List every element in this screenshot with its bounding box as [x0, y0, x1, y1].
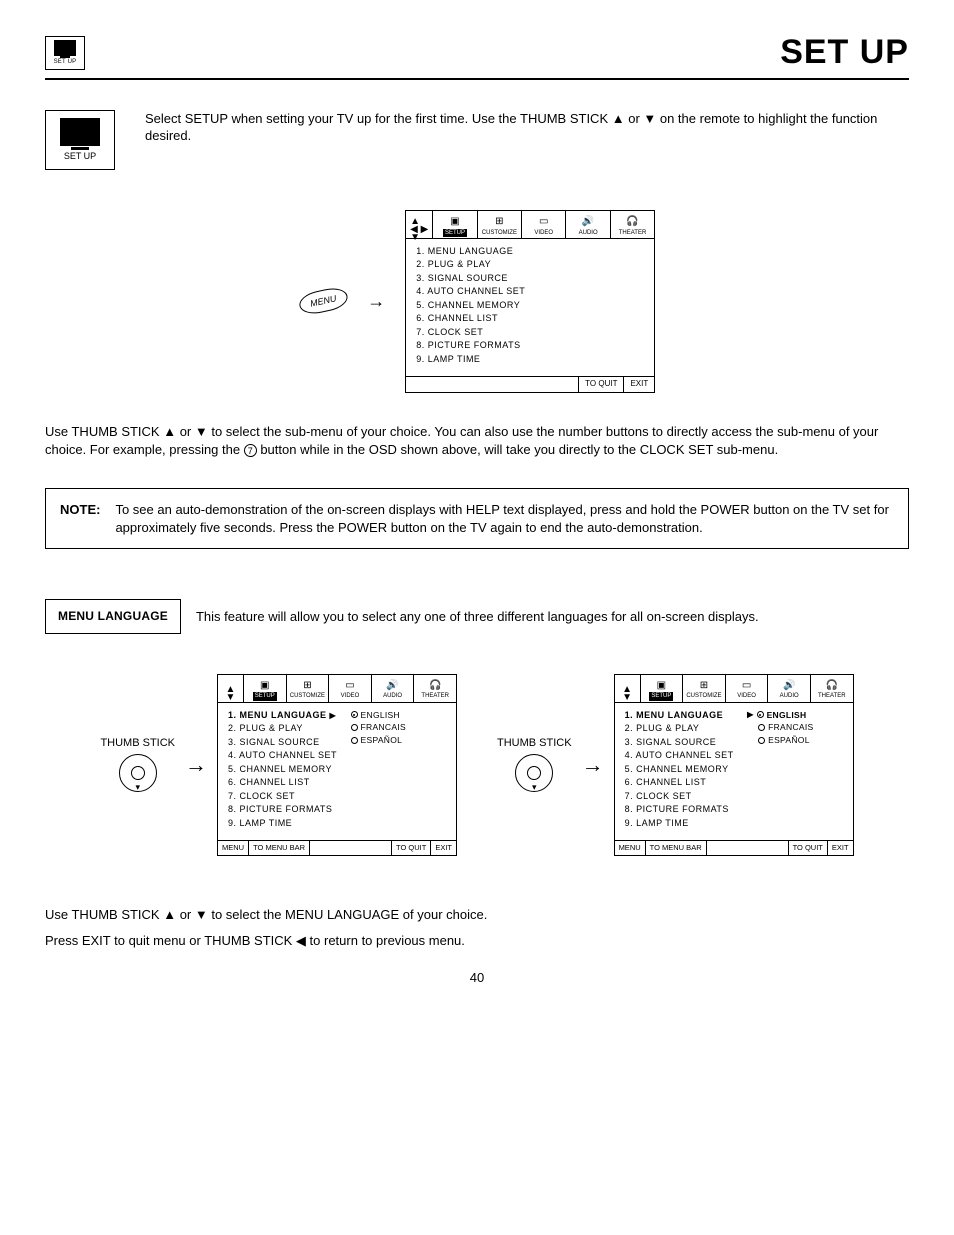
paragraph-submenu: Use THUMB STICK ▲ or ▼ to select the sub…: [45, 423, 909, 458]
arrow-icon: →: [185, 750, 207, 780]
osd-item: 7. CLOCK SET: [416, 326, 644, 340]
thumb-stick-label: THUMB STICK: [100, 737, 175, 750]
page-header: SET UP SET UP: [45, 30, 909, 80]
osd-left: ▲▼ ▣SETUP ⊞CUSTOMIZE ▭VIDEO 🔊AUDIO 🎧THEA…: [217, 674, 457, 857]
tab-customize: CUSTOMIZE: [482, 229, 517, 237]
menu-button-graphic: MENU: [297, 286, 349, 318]
diagram-right: THUMB STICK → ▲▼ ▣SETUP ⊞CUSTOMIZE ▭VIDE…: [497, 674, 854, 857]
intro-text: Select SETUP when setting your TV up for…: [145, 110, 909, 145]
thumb-stick-icon: [515, 754, 553, 792]
note-label: NOTE:: [60, 501, 100, 536]
menu-language-header: MENU LANGUAGE This feature will allow yo…: [45, 599, 909, 633]
tab-audio: AUDIO: [579, 229, 598, 237]
main-osd-diagram: MENU → ▲◀ ▶▼ ▣SETUP ⊞CUSTOMIZE ▭VIDEO 🔊A…: [45, 210, 909, 393]
osd-item: 8. PICTURE FORMATS: [416, 339, 644, 353]
osd-item: 6. CHANNEL LIST: [416, 312, 644, 326]
tab-setup: SETUP: [443, 229, 467, 237]
page-title: SET UP: [780, 30, 909, 76]
radio-icon: [351, 737, 358, 744]
menu-language-desc: This feature will allow you to select an…: [196, 608, 759, 626]
intro-row: SET UP Select SETUP when setting your TV…: [45, 110, 909, 170]
osd-tabs: ▲◀ ▶▼ ▣SETUP ⊞CUSTOMIZE ▭VIDEO 🔊AUDIO 🎧T…: [406, 211, 654, 239]
circled-seven-icon: 7: [244, 444, 257, 457]
instruction-1: Use THUMB STICK ▲ or ▼ to select the MEN…: [45, 906, 909, 924]
thumb-stick-label: THUMB STICK: [497, 737, 572, 750]
osd-item: 5. CHANNEL MEMORY: [416, 299, 644, 313]
osd-main: ▲◀ ▶▼ ▣SETUP ⊞CUSTOMIZE ▭VIDEO 🔊AUDIO 🎧T…: [405, 210, 655, 393]
setup-icon-large-label: SET UP: [64, 150, 96, 162]
arrow-icon: →: [582, 750, 604, 780]
note-box: NOTE: To see an auto-demonstration of th…: [45, 488, 909, 549]
setup-icon-label: SET UP: [54, 58, 77, 66]
menu-language-label: MENU LANGUAGE: [45, 599, 181, 633]
setup-icon-large: SET UP: [45, 110, 115, 170]
osd-item: 9. LAMP TIME: [416, 353, 644, 367]
radio-selected-icon: [757, 711, 764, 718]
osd-item: 3. SIGNAL SOURCE: [416, 272, 644, 286]
page-number: 40: [45, 969, 909, 987]
osd-footer: TO QUIT EXIT: [406, 376, 654, 392]
thumb-stick-icon: [119, 754, 157, 792]
radio-icon: [758, 724, 765, 731]
diagram-row: THUMB STICK → ▲▼ ▣SETUP ⊞CUSTOMIZE ▭VIDE…: [45, 674, 909, 857]
radio-icon: [758, 737, 765, 744]
arrow-icon: →: [367, 289, 385, 313]
tab-theater: THEATER: [619, 229, 647, 237]
footer-quit: TO QUIT: [578, 377, 623, 392]
osd-item: 2. PLUG & PLAY: [416, 258, 644, 272]
osd-item: 4. AUTO CHANNEL SET: [416, 285, 644, 299]
diagram-left: THUMB STICK → ▲▼ ▣SETUP ⊞CUSTOMIZE ▭VIDE…: [100, 674, 457, 857]
osd-body: 1. MENU LANGUAGE 2. PLUG & PLAY 3. SIGNA…: [406, 239, 654, 377]
instruction-2: Press EXIT to quit menu or THUMB STICK ◀…: [45, 932, 909, 950]
radio-icon: [351, 724, 358, 731]
setup-icon-small: SET UP: [45, 36, 85, 70]
footer-exit: EXIT: [623, 377, 654, 392]
note-text: To see an auto-demonstration of the on-s…: [115, 501, 894, 536]
tab-video: VIDEO: [534, 229, 553, 237]
osd-item: 1. MENU LANGUAGE: [416, 245, 644, 259]
osd-right: ▲▼ ▣SETUP ⊞CUSTOMIZE ▭VIDEO 🔊AUDIO 🎧THEA…: [614, 674, 854, 857]
radio-selected-icon: [351, 711, 358, 718]
